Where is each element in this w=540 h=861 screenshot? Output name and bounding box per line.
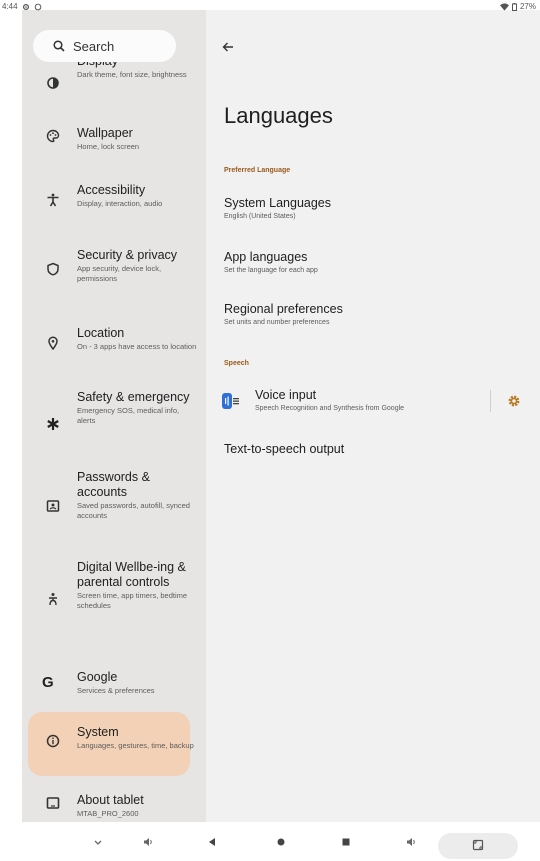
sidebar-item-google[interactable]: G Google Services & preferences [22, 667, 206, 707]
screenshot-icon[interactable] [472, 839, 484, 851]
sidebar-item-label: About tablet [77, 793, 144, 807]
vpn-status-icon [34, 3, 41, 10]
languages-pane [206, 10, 540, 822]
google-icon: G [42, 674, 54, 691]
search-bar[interactable]: Search [33, 30, 176, 62]
sidebar-item-label: Location [77, 326, 125, 340]
search-icon [53, 40, 65, 52]
battery-icon [511, 2, 517, 11]
battery-percent: 27% [519, 2, 536, 11]
accessibility-icon [47, 193, 59, 207]
pref-title: System Languages [224, 196, 332, 210]
back-triangle-icon[interactable] [206, 836, 218, 848]
sidebar-item-subtitle: MTAB_PRO_2600 [77, 809, 139, 818]
sidebar-item-security-privacy[interactable]: Security & privacy App security, device … [22, 245, 206, 305]
volume-up-icon[interactable] [405, 836, 417, 848]
sidebar-item-label: Digital Wellbe-ing & parental controls [77, 560, 186, 589]
gear-settings-icon[interactable] [507, 394, 521, 408]
sidebar-item-subtitle: On - 3 apps have access to location [77, 342, 197, 351]
sidebar-item-subtitle: App security, device lock, permissions [77, 264, 162, 283]
sidebar-item-display[interactable]: Display Dark theme, font size, brightnes… [22, 62, 206, 102]
sidebar-item-location[interactable]: Location On - 3 apps have access to loca… [22, 323, 206, 371]
display-icon [47, 77, 59, 89]
pref-title: Regional preferences [224, 302, 343, 316]
section-header-speech: Speech [224, 360, 249, 367]
sidebar-item-label: Security & privacy [77, 248, 178, 262]
section-header-preferred-language: Preferred Language [224, 167, 291, 174]
sidebar-item-passwords-accounts[interactable]: Passwords & accounts Saved passwords, au… [22, 467, 206, 537]
pref-title: Text-to-speech output [224, 442, 345, 456]
sidebar-item-subtitle: Dark theme, font size, brightness [77, 70, 187, 79]
sidebar-item-label: Accessibility [77, 183, 146, 197]
wellbeing-icon [49, 593, 57, 606]
sidebar-item-label: Passwords & accounts [77, 470, 150, 499]
sidebar-item-system[interactable]: System Languages, gestures, time, backup [22, 722, 206, 772]
screen: 4:44 27% Search Display Dark theme, font… [0, 0, 540, 861]
sidebar-item-safety-emergency[interactable]: Safety & emergency Emergency SOS, medica… [22, 387, 206, 447]
palette-icon [46, 129, 60, 143]
sidebar-item-label: Safety & emergency [77, 390, 190, 404]
location-pin-icon [48, 336, 58, 350]
status-time: 4:44 [2, 2, 18, 11]
sidebar-item-digital-wellbeing[interactable]: Digital Wellbe-ing & parental controls S… [22, 557, 206, 647]
badge-icon [46, 500, 60, 512]
back-arrow-icon[interactable] [221, 40, 235, 54]
home-circle-icon[interactable] [275, 836, 287, 848]
sidebar-item-subtitle: Saved passwords, autofill, synced accoun… [77, 501, 190, 520]
tablet-icon [46, 797, 60, 809]
wifi-icon [499, 2, 509, 11]
overview-square-icon[interactable] [340, 836, 352, 848]
pref-subtitle: Set the language for each app [224, 267, 318, 274]
sidebar-item-subtitle: Screen time, app timers, bedtime schedul… [77, 591, 188, 610]
sidebar-item-label: Wallpaper [77, 126, 133, 140]
sidebar-item-subtitle: Display, interaction, audio [77, 199, 163, 208]
info-icon [46, 734, 60, 748]
pref-text-to-speech[interactable]: Text-to-speech output [224, 442, 484, 457]
status-bar-right: 27% [499, 2, 536, 11]
asterisk-icon [47, 418, 59, 430]
pref-regional-preferences[interactable]: Regional preferences Set units and numbe… [224, 302, 484, 327]
chevron-down-icon[interactable] [92, 836, 104, 848]
page-title: Languages [224, 103, 333, 128]
sidebar-item-label: Google [77, 670, 118, 684]
search-input[interactable]: Search [73, 39, 114, 54]
pref-subtitle: English (United States) [224, 213, 296, 220]
sidebar-item-subtitle: Emergency SOS, medical info, alerts [77, 406, 180, 425]
volume-icon[interactable] [142, 836, 154, 848]
status-bar-left: 4:44 [2, 2, 42, 11]
sidebar-item-subtitle: Services & preferences [77, 686, 155, 695]
pref-subtitle: Speech Recognition and Synthesis from Go… [255, 405, 405, 412]
gear-status-icon [22, 3, 29, 10]
sidebar-item-wallpaper[interactable]: Wallpaper Home, lock screen [22, 123, 206, 163]
shield-icon [47, 262, 59, 276]
pref-app-languages[interactable]: App languages Set the language for each … [224, 250, 484, 275]
sidebar-item-label: System [77, 725, 119, 739]
pref-title: App languages [224, 250, 308, 264]
pref-subtitle: Set units and number preferences [224, 319, 330, 326]
sidebar-item-about-tablet[interactable]: About tablet MTAB_PRO_2600 [22, 790, 206, 822]
pref-voice-input[interactable]: Voice input Speech Recognition and Synth… [255, 388, 515, 413]
pref-title: Voice input [255, 388, 317, 402]
sidebar-item-accessibility[interactable]: Accessibility Display, interaction, audi… [22, 180, 206, 220]
voice-input-app-icon [222, 393, 239, 409]
sidebar-item-subtitle: Home, lock screen [77, 142, 140, 151]
divider [490, 390, 491, 412]
pref-system-languages[interactable]: System Languages English (United States) [224, 196, 484, 221]
sidebar-item-subtitle: Languages, gestures, time, backup [77, 741, 194, 750]
